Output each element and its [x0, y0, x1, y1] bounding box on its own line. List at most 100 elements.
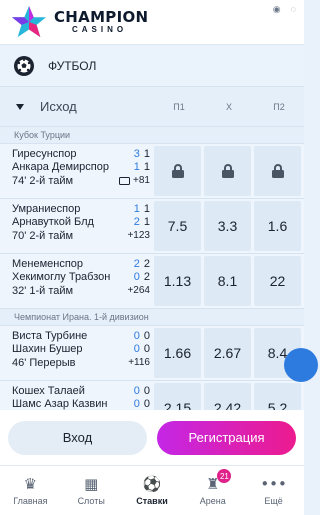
nav-item-home[interactable]: ♛ Главная: [0, 466, 61, 515]
register-button[interactable]: Регистрация: [157, 420, 296, 455]
match-status: 74' 2-й тайм: [12, 175, 74, 187]
scores-home: 3 1: [134, 148, 150, 161]
score-period: 0: [133, 397, 140, 410]
odds-group: 7.5 3.3 1.6: [154, 199, 304, 253]
match-status: 70' 2-й тайм: [12, 230, 74, 242]
tv-icon: [119, 177, 131, 185]
scores-home: 0 0: [134, 385, 150, 398]
match-info[interactable]: Виста Турбине 0 0 Шахин Бушер 0 0 46' Пе…: [0, 326, 154, 380]
status-line: 74' 2-й тайм +81: [12, 174, 154, 188]
crown-icon: ♛: [23, 475, 38, 493]
slot-machine-icon: ▦: [84, 475, 99, 493]
odds-group: [154, 144, 304, 198]
odd-button[interactable]: 1.6: [254, 201, 301, 251]
league-header[interactable]: Кубок Турции: [0, 126, 304, 143]
match-row[interactable]: Виста Турбине 0 0 Шахин Бушер 0 0 46' Пе…: [0, 325, 304, 380]
logo-star-icon: [12, 5, 46, 38]
scores-away: 2 1: [134, 216, 150, 229]
header-icons: ◉ ◌: [273, 4, 296, 15]
odd-button[interactable]: 1.66: [154, 328, 201, 378]
odd-button-locked: [204, 146, 251, 196]
logo-main-text: CHAMPION: [54, 8, 149, 26]
score-period: 1: [133, 203, 140, 215]
team-away: Анкара Демирспор: [12, 160, 109, 173]
floating-action-button[interactable]: [284, 348, 318, 382]
match-row[interactable]: Умраниеспор 1 1 Арнавуткой Блд 2 1 70' 2…: [0, 198, 304, 253]
match-row[interactable]: Гиресунспор 3 1 Анкара Демирспор 1 1 74'…: [0, 143, 304, 198]
logo[interactable]: CHAMPION CASINO: [54, 10, 148, 34]
score-total: 1: [143, 203, 150, 215]
nav-item-slots[interactable]: ▦ Слоты: [61, 466, 122, 515]
scores-away: 0 0: [134, 343, 150, 356]
team-line: Умраниеспор 1 1: [12, 203, 154, 216]
scores-home: 1 1: [134, 203, 150, 216]
team-away: Арнавуткой Блд: [12, 215, 94, 228]
odds-group: 1.66 2.67 8.4: [154, 326, 304, 380]
auth-bar: Вход Регистрация: [0, 410, 304, 465]
odd-button[interactable]: 3.3: [204, 201, 251, 251]
lock-icon: [221, 164, 234, 178]
odd-button[interactable]: 1.13: [154, 256, 201, 306]
status-line: 46' Перерыв +116: [12, 356, 154, 370]
score-period: 0: [133, 270, 140, 283]
events-list: Кубок Турции Гиресунспор 3 1 Анкара Деми…: [0, 126, 304, 435]
team-line: Шамс Азар Казвин 0 0: [12, 398, 154, 411]
odd-button[interactable]: 22: [254, 256, 301, 306]
match-info[interactable]: Умраниеспор 1 1 Арнавуткой Блд 2 1 70' 2…: [0, 199, 154, 253]
match-status: 32' 1-й тайм: [12, 285, 74, 297]
status-line: 32' 1-й тайм +264: [12, 284, 154, 298]
score-period: 0: [133, 330, 140, 342]
more-markets[interactable]: +264: [127, 284, 150, 298]
team-line: Анкара Демирспор 1 1: [12, 161, 154, 174]
league-header[interactable]: Чемпионат Ирана. 1-й дивизион: [0, 308, 304, 325]
score-total: 0: [143, 397, 150, 410]
team-line: Виста Турбине 0 0: [12, 330, 154, 343]
login-button[interactable]: Вход: [8, 420, 147, 455]
match-info[interactable]: Гиресунспор 3 1 Анкара Демирспор 1 1 74'…: [0, 144, 154, 198]
score-period: 0: [133, 342, 140, 355]
odd-button[interactable]: 2.67: [204, 328, 251, 378]
more-markets[interactable]: +81: [119, 174, 150, 188]
column-header-p1: П1: [173, 101, 185, 112]
lock-icon: [271, 164, 284, 178]
odd-button-locked: [154, 146, 201, 196]
caret-down-icon: [16, 103, 24, 110]
team-line: Арнавуткой Блд 2 1: [12, 216, 154, 229]
odd-button-locked: [254, 146, 301, 196]
match-info[interactable]: Менеменспор 2 2 Хекимоглу Трабзон 0 2 32…: [0, 254, 154, 308]
nav-item-bets[interactable]: ⚽ Ставки: [122, 466, 183, 515]
score-total: 0: [143, 342, 150, 355]
scores-away: 0 0: [134, 398, 150, 411]
column-header-p2: П2: [273, 101, 285, 112]
nav-item-more[interactable]: ••• Ещё: [243, 466, 304, 515]
score-period: 0: [133, 385, 140, 397]
soccer-ball-icon: ⚽: [142, 475, 162, 493]
nav-item-arena[interactable]: ♜ 21 Арена: [182, 466, 243, 515]
odds-group: 1.13 8.1 22: [154, 254, 304, 308]
score-total: 2: [143, 270, 150, 283]
more-markets[interactable]: +116: [128, 356, 150, 370]
team-home: Умраниеспор: [12, 203, 81, 215]
more-markets-count: +116: [128, 357, 150, 368]
status-line: 70' 2-й тайм +123: [12, 229, 154, 243]
more-markets[interactable]: +123: [127, 229, 150, 243]
score-period: 1: [133, 160, 140, 173]
odd-button[interactable]: 7.5: [154, 201, 201, 251]
bottom-nav: ♛ Главная ▦ Слоты ⚽ Ставки ♜ 21 Арена ••…: [0, 465, 304, 515]
odd-button[interactable]: 8.1: [204, 256, 251, 306]
score-total: 1: [143, 215, 150, 228]
sport-label: ФУТБОЛ: [48, 58, 97, 73]
team-home: Гиресунспор: [12, 148, 77, 160]
score-total: 0: [143, 330, 150, 342]
sport-selector[interactable]: ФУТБОЛ: [0, 44, 304, 86]
team-away: Хекимоглу Трабзон: [12, 270, 111, 283]
match-row[interactable]: Менеменспор 2 2 Хекимоглу Трабзон 0 2 32…: [0, 253, 304, 308]
nav-label: Ещё: [264, 496, 283, 506]
support-icon[interactable]: ◉: [273, 4, 281, 15]
team-home: Менеменспор: [12, 258, 84, 270]
chat-icon[interactable]: ◌: [291, 4, 296, 15]
score-period: 2: [133, 258, 140, 270]
market-selector[interactable]: Исход: [0, 99, 154, 114]
lock-icon: [171, 164, 184, 178]
score-total: 0: [143, 385, 150, 397]
